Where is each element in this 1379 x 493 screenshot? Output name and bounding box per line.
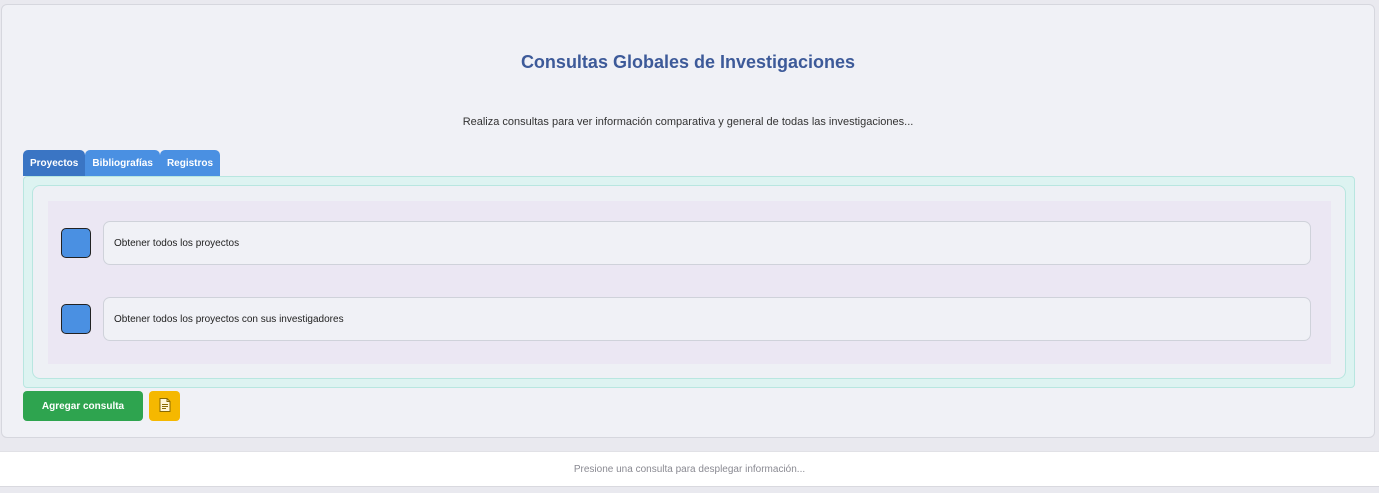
add-query-button[interactable]: Agregar consulta xyxy=(23,391,143,421)
query-button[interactable]: Obtener todos los proyectos xyxy=(103,221,1311,265)
queries-card: Consultas Globales de Investigaciones Re… xyxy=(1,4,1375,438)
query-list: Obtener todos los proyectos Obtener todo… xyxy=(48,201,1331,364)
tab-panel: Obtener todos los proyectos Obtener todo… xyxy=(23,176,1355,388)
footer-message: Presione una consulta para desplegar inf… xyxy=(573,463,806,475)
query-item: Obtener todos los proyectos con sus inve… xyxy=(48,297,1331,341)
status-footer: Presione una consulta para desplegar inf… xyxy=(0,451,1379,487)
tab-bibliografias[interactable]: Bibliografías xyxy=(85,150,160,176)
document-button[interactable] xyxy=(149,391,180,421)
query-button[interactable]: Obtener todos los proyectos con sus inve… xyxy=(103,297,1311,341)
query-item: Obtener todos los proyectos xyxy=(48,221,1331,265)
query-select-checkbox[interactable] xyxy=(61,228,91,258)
tab-bar: Proyectos Bibliografías Registros xyxy=(23,150,221,176)
tab-registros[interactable]: Registros xyxy=(159,150,221,176)
document-icon xyxy=(159,397,171,415)
page-title: Consultas Globales de Investigaciones xyxy=(520,52,856,72)
query-select-checkbox[interactable] xyxy=(61,304,91,334)
query-label: Obtener todos los proyectos xyxy=(114,237,240,249)
query-panel: Obtener todos los proyectos Obtener todo… xyxy=(32,185,1346,379)
page-subtitle: Realiza consultas para ver información c… xyxy=(462,116,914,128)
tab-proyectos[interactable]: Proyectos xyxy=(23,150,86,176)
query-label: Obtener todos los proyectos con sus inve… xyxy=(114,313,344,325)
